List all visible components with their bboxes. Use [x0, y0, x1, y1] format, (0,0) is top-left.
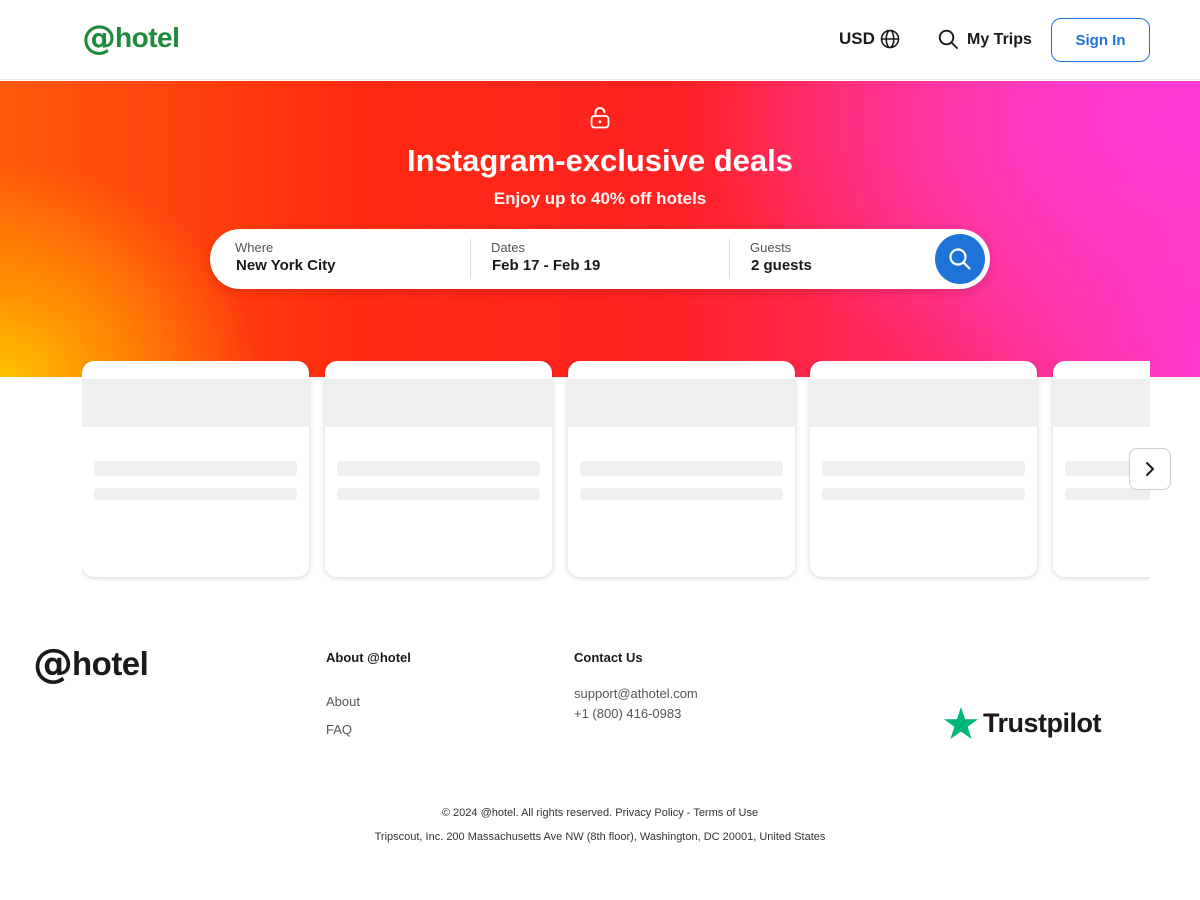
card-subtitle-placeholder	[337, 488, 540, 500]
card-image-placeholder	[568, 379, 795, 427]
chevron-right-icon	[1146, 462, 1154, 476]
hotel-card-placeholder[interactable]	[325, 361, 552, 577]
guests-field[interactable]: Guests 2 guests	[730, 229, 930, 289]
card-image-placeholder	[1053, 379, 1150, 427]
search-bar: Where New York City Dates Feb 17 - Feb 1…	[210, 229, 990, 289]
about-heading: About @hotel	[326, 650, 411, 665]
card-title-placeholder	[580, 461, 783, 476]
carousel-next-button[interactable]	[1129, 448, 1171, 490]
search-icon	[938, 29, 958, 49]
hotel-card-placeholder[interactable]	[568, 361, 795, 577]
dates-field[interactable]: Dates Feb 17 - Feb 19	[471, 229, 729, 289]
card-subtitle-placeholder	[822, 488, 1025, 500]
card-title-placeholder	[94, 461, 297, 476]
card-title-placeholder	[822, 461, 1025, 476]
my-trips-label: My Trips	[967, 30, 1032, 48]
trustpilot-badge[interactable]: Trustpilot	[943, 706, 1102, 740]
guests-label: Guests	[750, 240, 792, 255]
dates-label: Dates	[491, 240, 525, 255]
footer-logo[interactable]: @ hotel	[33, 641, 149, 687]
privacy-policy-link[interactable]: Privacy Policy	[615, 807, 683, 819]
hero-subtitle: Enjoy up to 40% off hotels	[493, 189, 707, 208]
support-email-link[interactable]: support@athotel.com	[574, 686, 698, 701]
deals-carousel	[82, 361, 1150, 581]
guests-value: 2 guests	[751, 257, 812, 274]
dates-value: Feb 17 - Feb 19	[492, 257, 601, 274]
hero-title: Instagram-exclusive deals	[407, 143, 793, 178]
footer-logo-text: hotel	[72, 645, 149, 682]
sign-in-button[interactable]: Sign In	[1051, 18, 1150, 62]
search-button[interactable]	[935, 234, 985, 284]
my-trips-link[interactable]: My Trips	[938, 29, 1032, 50]
card-image-placeholder	[810, 379, 1037, 427]
copyright-text: © 2024 @hotel. All rights reserved.	[441, 807, 613, 819]
currency-label: USD	[839, 29, 875, 48]
logo-text: hotel	[115, 22, 180, 53]
where-value: New York City	[236, 257, 336, 274]
logo-at-symbol: @	[82, 18, 116, 58]
faq-link[interactable]: FAQ	[326, 722, 352, 737]
card-image-placeholder	[325, 379, 552, 427]
phone-link[interactable]: +1 (800) 416-0983	[574, 706, 681, 721]
globe-icon	[880, 29, 900, 49]
card-image-placeholder	[82, 379, 309, 427]
currency-selector[interactable]: USD	[839, 29, 900, 49]
where-field[interactable]: Where New York City	[210, 229, 470, 289]
footer-logo-at-symbol: @	[33, 641, 73, 687]
copyright-line: © 2024 @hotel. All rights reserved. Priv…	[0, 807, 1200, 819]
card-subtitle-placeholder	[580, 488, 783, 500]
site-header: @ hotel USD My Trips Sign In	[0, 0, 1200, 80]
card-title-placeholder	[337, 461, 540, 476]
hotel-card-placeholder[interactable]	[810, 361, 1037, 577]
search-icon	[949, 248, 971, 270]
company-address: Tripscout, Inc. 200 Massachusetts Ave NW…	[374, 831, 826, 843]
footer-separator: -	[686, 807, 691, 819]
contact-heading: Contact Us	[574, 650, 643, 665]
card-subtitle-placeholder	[94, 488, 297, 500]
hotel-card-placeholder[interactable]	[82, 361, 309, 577]
logo[interactable]: @ hotel	[82, 18, 180, 58]
trustpilot-label: Trustpilot	[983, 707, 1102, 738]
about-link[interactable]: About	[326, 694, 360, 709]
trustpilot-star-icon	[944, 707, 978, 739]
terms-of-use-link[interactable]: Terms of Use	[693, 807, 758, 819]
where-label: Where	[235, 240, 274, 255]
unlocked-lock-icon	[590, 107, 610, 129]
